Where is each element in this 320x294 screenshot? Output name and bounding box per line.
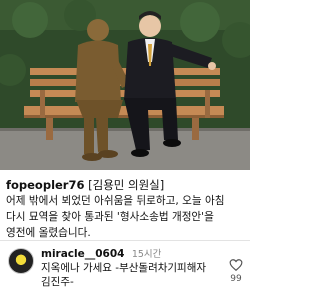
caption-line-2: 다시 묘역을 찾아 통과된 '형사소송법 개정안'을: [6, 211, 214, 223]
comment-timestamp: 15시간: [131, 249, 162, 260]
heart-icon[interactable]: [229, 258, 243, 272]
comment-line-2: 김진주-: [41, 276, 74, 288]
caption-header: fopeopler76 [김용민 의원실]: [6, 178, 246, 193]
divider: [0, 240, 250, 241]
comment-item: miracle__0604 15시간 지옥에나 가세요 -부산돌려차기피해자 김…: [0, 244, 250, 294]
post-caption: fopeopler76 [김용민 의원실] 어제 밖에서 뵈었던 아쉬움을 뒤로…: [6, 178, 246, 241]
photo-illustration: [0, 0, 250, 170]
commenter-avatar[interactable]: [8, 248, 34, 274]
caption-line-3: 영전에 올렸습니다.: [6, 227, 91, 239]
caption-line-1: 어제 밖에서 뵈었던 아쉬움을 뒤로하고, 오늘 아침: [6, 195, 225, 207]
like-count: 99: [230, 274, 242, 284]
comment-header: miracle__0604 15시간: [41, 246, 161, 260]
author-handle[interactable]: fopeopler76: [6, 178, 84, 192]
author-tag: [김용민 의원실]: [88, 178, 165, 192]
comment-text: 지옥에나 가세요 -부산돌려차기피해자 김진주-: [41, 261, 221, 289]
commenter-username[interactable]: miracle__0604: [41, 248, 124, 260]
post-photo: [0, 0, 250, 170]
comment-line-1: 지옥에나 가세요 -부산돌려차기피해자: [41, 262, 207, 274]
